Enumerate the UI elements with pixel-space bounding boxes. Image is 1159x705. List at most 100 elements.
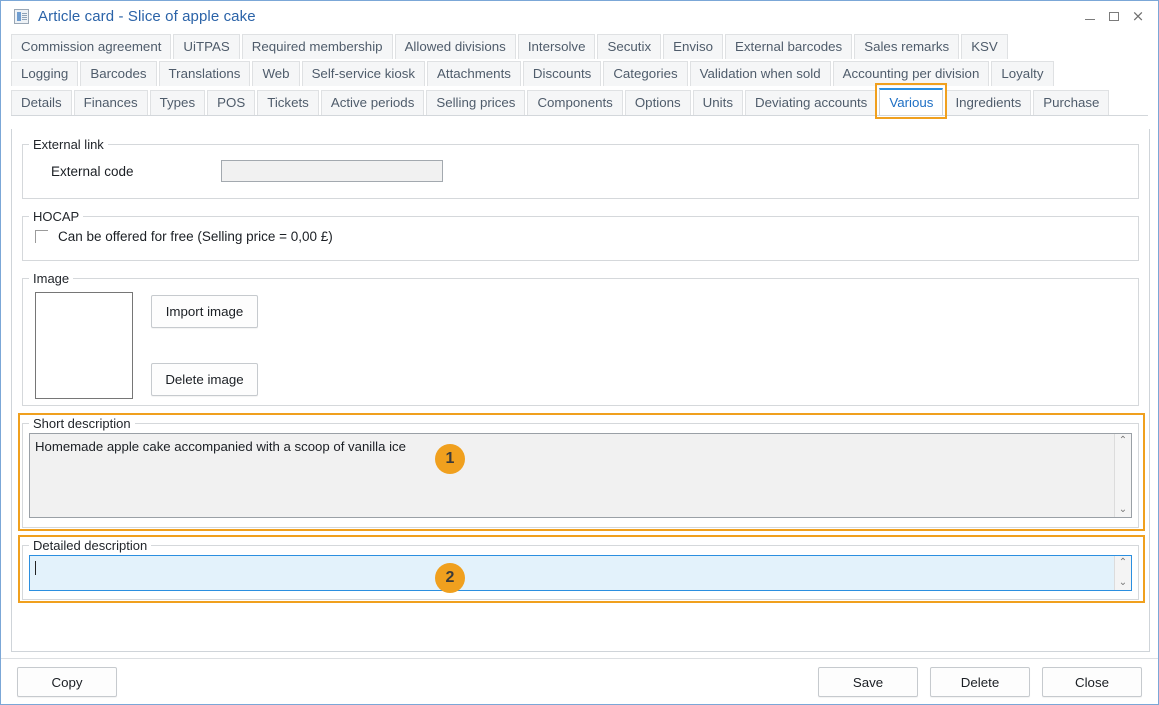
- detailed-description-legend: Detailed description: [29, 538, 151, 553]
- tab-attachments[interactable]: Attachments: [427, 61, 521, 86]
- tab-active-periods[interactable]: Active periods: [321, 90, 425, 115]
- tab-row-3: DetailsFinances Types POS Tickets Active per…: [11, 88, 1148, 115]
- tab-self-service-kiosk[interactable]: Self-service kiosk: [302, 61, 425, 86]
- tab-translations[interactable]: Translations: [159, 61, 251, 86]
- tab-logging[interactable]: Logging: [11, 61, 78, 86]
- tab-label: Ingredients: [955, 96, 1021, 109]
- footer-right-buttons: Save Delete Close: [818, 667, 1142, 697]
- tab-deviating-accounts[interactable]: Deviating accounts: [745, 90, 877, 115]
- tab-external-barcodes[interactable]: External barcodes: [725, 34, 852, 59]
- tab-label: Sales remarks: [864, 40, 949, 53]
- external-link-group: External link External code: [22, 137, 1139, 199]
- tab-label: Options: [635, 96, 681, 109]
- short-description-group: Short description Homemade apple cake ac…: [22, 416, 1139, 528]
- tab-pos[interactable]: POS: [207, 90, 255, 115]
- tab-label: Self-service kiosk: [312, 67, 415, 80]
- scroll-down-icon[interactable]: ⌄: [1119, 505, 1127, 515]
- tab-label: Secutix: [607, 40, 651, 53]
- maximize-icon: [1109, 12, 1119, 21]
- tab-label: Enviso: [673, 40, 713, 53]
- tab-details[interactable]: Details: [11, 90, 72, 115]
- tab-components[interactable]: Components: [527, 90, 622, 115]
- close-icon: ×: [1132, 9, 1145, 24]
- tab-content-divider: [11, 115, 1148, 116]
- tab-label: Various: [889, 96, 933, 109]
- image-row: Import image Delete image: [23, 286, 1138, 399]
- tab-accounting-per-division[interactable]: Accounting per division: [833, 61, 990, 86]
- tab-options[interactable]: Options: [625, 90, 691, 115]
- tab-finances[interactable]: Finances: [74, 90, 148, 115]
- import-image-button[interactable]: Import image: [151, 295, 258, 328]
- tab-enviso[interactable]: Enviso: [663, 34, 723, 59]
- short-description-legend: Short description: [29, 416, 135, 431]
- tab-secutix[interactable]: Secutix: [597, 34, 661, 59]
- tab-validation-when-sold[interactable]: Validation when sold: [690, 61, 831, 86]
- tab-tickets[interactable]: Tickets: [257, 90, 319, 115]
- copy-button[interactable]: Copy: [17, 667, 117, 697]
- tab-categories[interactable]: Categories: [603, 61, 687, 86]
- tab-intersolve[interactable]: Intersolve: [518, 34, 596, 59]
- tab-row-1: Commission agreement UiTPAS Required membe…: [11, 34, 1148, 59]
- tab-ingredients[interactable]: Ingredients: [945, 90, 1031, 115]
- window-title: Article card - Slice of apple cake: [38, 8, 256, 25]
- tab-label: Attachments: [437, 67, 511, 80]
- tab-label: Selling prices: [436, 96, 515, 109]
- tab-discounts[interactable]: Discounts: [523, 61, 601, 86]
- close-dialog-button[interactable]: Close: [1042, 667, 1142, 697]
- external-code-input[interactable]: [221, 160, 443, 182]
- annotation-badge-2: 2: [435, 563, 465, 593]
- short-description-wrap: Homemade apple cake accompanied with a s…: [29, 433, 1132, 518]
- tab-barcodes[interactable]: Barcodes: [80, 61, 156, 86]
- tab-selling-prices[interactable]: Selling prices: [426, 90, 525, 115]
- scroll-up-icon[interactable]: ⌃: [1119, 436, 1127, 446]
- tab-label: External barcodes: [735, 40, 842, 53]
- tab-label: Components: [537, 96, 612, 109]
- image-preview[interactable]: [35, 292, 133, 399]
- tab-label: Web: [262, 67, 289, 80]
- delete-image-button[interactable]: Delete image: [151, 363, 258, 396]
- offered-for-free-checkbox[interactable]: [35, 230, 48, 243]
- tab-label: Types: [160, 96, 195, 109]
- detailed-description-textarea[interactable]: [29, 555, 1132, 591]
- tab-web[interactable]: Web: [252, 61, 299, 86]
- tab-commission-agreement[interactable]: Commission agreement: [11, 34, 171, 59]
- tab-label: Barcodes: [90, 67, 146, 80]
- tab-label: UiTPAS: [183, 40, 229, 53]
- detailed-description-scrollbar[interactable]: ⌃ ⌄: [1114, 556, 1131, 590]
- tab-label: Active periods: [331, 96, 415, 109]
- tab-ksv[interactable]: KSV: [961, 34, 1008, 59]
- short-description-textarea[interactable]: Homemade apple cake accompanied with a s…: [29, 433, 1132, 518]
- tab-various[interactable]: Various: [879, 88, 943, 115]
- image-buttons: Import image Delete image: [151, 292, 258, 399]
- tab-allowed-divisions[interactable]: Allowed divisions: [395, 34, 516, 59]
- short-description-scrollbar[interactable]: ⌃ ⌄: [1114, 434, 1131, 517]
- tab-purchase[interactable]: Purchase: [1033, 90, 1109, 115]
- tab-units[interactable]: Units: [693, 90, 743, 115]
- detailed-description-wrap: ⌃ ⌄: [29, 555, 1132, 591]
- tab-label: Commission agreement: [21, 40, 161, 53]
- tab-uitpas[interactable]: UiTPAS: [173, 34, 239, 59]
- tab-sales-remarks[interactable]: Sales remarks: [854, 34, 959, 59]
- external-code-row: External code: [23, 152, 1138, 182]
- close-button[interactable]: ×: [1126, 5, 1150, 27]
- tab-required-membership[interactable]: Required membership: [242, 34, 393, 59]
- minimize-button[interactable]: [1078, 5, 1102, 27]
- various-tab-panel: External link External code HOCAP Can be…: [11, 129, 1150, 652]
- maximize-button[interactable]: [1102, 5, 1126, 27]
- tab-label: Deviating accounts: [755, 96, 867, 109]
- minimize-icon: [1085, 19, 1095, 20]
- article-card-window: Article card - Slice of apple cake × Com…: [0, 0, 1159, 705]
- tab-label: Tickets: [267, 96, 309, 109]
- save-button[interactable]: Save: [818, 667, 918, 697]
- tab-types[interactable]: Types: [150, 90, 205, 115]
- hocap-row: Can be offered for free (Selling price =…: [23, 224, 1138, 244]
- tab-label: POS: [217, 96, 245, 109]
- hocap-legend: HOCAP: [29, 209, 83, 224]
- scroll-down-icon[interactable]: ⌄: [1119, 578, 1127, 588]
- delete-button[interactable]: Delete: [930, 667, 1030, 697]
- image-legend: Image: [29, 271, 73, 286]
- tab-loyalty[interactable]: Loyalty: [991, 61, 1053, 86]
- scroll-up-icon[interactable]: ⌃: [1119, 558, 1127, 568]
- footer-bar: Copy Save Delete Close: [1, 659, 1158, 705]
- tab-label: Allowed divisions: [405, 40, 506, 53]
